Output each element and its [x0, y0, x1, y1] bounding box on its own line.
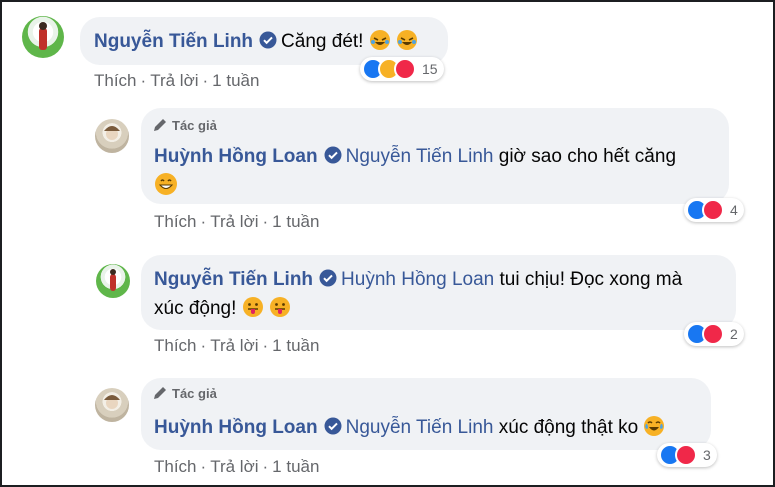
comment-bubble — [141, 378, 711, 450]
author-badge-label: Tác giả — [172, 117, 217, 133]
author-name[interactable]: Huỳnh Hồng Loan — [154, 146, 318, 167]
reaction-count: 4 — [730, 202, 738, 218]
tongue-out-emoji — [242, 297, 263, 317]
comment-actions: Thích · Trả lời · 1 tuần — [154, 212, 320, 231]
comment-actions: Thích · Trả lời · 1 tuần — [94, 71, 260, 90]
rolling-laughing-emoji — [397, 30, 418, 50]
comment-text-line2: xúc động! — [154, 296, 291, 320]
reaction-summary[interactable]: 3 — [657, 443, 717, 467]
pencil-icon — [154, 119, 166, 131]
comment-text: Huỳnh Hồng Loan Nguyễn Tiến Linh xúc động… — [154, 415, 665, 439]
comment-actions: Thích · Trả lời · 1 tuần — [154, 336, 320, 355]
comment-thread: Nguyễn Tiến Linh Căng đét! 15 Thích · Trả l… — [0, 0, 775, 487]
comment-body: Căng đét! — [281, 31, 364, 52]
author-name[interactable]: Huỳnh Hồng Loan — [154, 417, 318, 438]
reply-link[interactable]: Trả lời — [150, 71, 198, 90]
comment-body: giờ sao cho hết căng — [498, 146, 677, 167]
mention-link[interactable]: Huỳnh Hồng Loan — [341, 269, 494, 290]
love-reaction-icon — [394, 58, 416, 80]
pencil-icon — [154, 387, 166, 399]
timestamp[interactable]: 1 tuần — [272, 336, 319, 355]
reaction-count: 2 — [730, 326, 738, 342]
author-name[interactable]: Nguyễn Tiến Linh — [154, 269, 313, 290]
love-reaction-icon — [702, 199, 724, 221]
timestamp[interactable]: 1 tuần — [212, 71, 259, 90]
comment-body-continued: xúc động! — [154, 298, 237, 319]
like-link[interactable]: Thích — [154, 336, 197, 355]
avatar[interactable] — [96, 264, 130, 298]
verified-icon — [324, 146, 342, 164]
author-badge: Tác giả — [152, 385, 217, 401]
grinning-emoji — [155, 173, 177, 195]
mention-link[interactable]: Nguyễn Tiến Linh — [346, 146, 494, 167]
like-link[interactable]: Thích — [154, 457, 197, 476]
love-reaction-icon — [702, 323, 724, 345]
verified-icon — [324, 417, 342, 435]
rolling-laughing-emoji — [369, 30, 390, 50]
comment-text: Huỳnh Hồng Loan Nguyễn Tiến Linh giờ sao … — [154, 146, 676, 168]
tongue-out-emoji — [269, 297, 290, 317]
reply-link[interactable]: Trả lời — [210, 212, 258, 231]
author-badge: Tác giả — [152, 117, 217, 133]
comment-body: tui chịu! Đọc xong mà — [499, 269, 683, 290]
comment-actions: Thích · Trả lời · 1 tuần — [154, 457, 320, 476]
author-name[interactable]: Nguyễn Tiến Linh — [94, 31, 253, 52]
verified-icon — [319, 269, 337, 287]
reaction-count: 15 — [422, 61, 438, 77]
love-reaction-icon — [675, 444, 697, 466]
author-badge-label: Tác giả — [172, 385, 217, 401]
comment-text: Nguyễn Tiến Linh Căng đét! — [94, 29, 418, 53]
comment-body: xúc động thật ko — [498, 417, 639, 438]
reaction-summary[interactable]: 2 — [684, 322, 744, 346]
verified-icon — [259, 31, 277, 49]
mention-link[interactable]: Nguyễn Tiến Linh — [346, 417, 494, 438]
like-link[interactable]: Thích — [94, 71, 137, 90]
reply-link[interactable]: Trả lời — [210, 336, 258, 355]
avatar[interactable] — [95, 388, 129, 422]
comment-text-line2 — [154, 172, 178, 198]
reaction-count: 3 — [703, 447, 711, 463]
timestamp[interactable]: 1 tuần — [272, 212, 319, 231]
avatar[interactable] — [22, 16, 64, 58]
reply-link[interactable]: Trả lời — [210, 457, 258, 476]
avatar[interactable] — [95, 119, 129, 153]
reaction-summary[interactable]: 15 — [360, 57, 444, 81]
like-link[interactable]: Thích — [154, 212, 197, 231]
reaction-summary[interactable]: 4 — [684, 198, 744, 222]
timestamp[interactable]: 1 tuần — [272, 457, 319, 476]
comment-text: Nguyễn Tiến Linh Huỳnh Hồng Loan tui chịu… — [154, 269, 682, 291]
tears-of-joy-emoji — [644, 416, 665, 436]
